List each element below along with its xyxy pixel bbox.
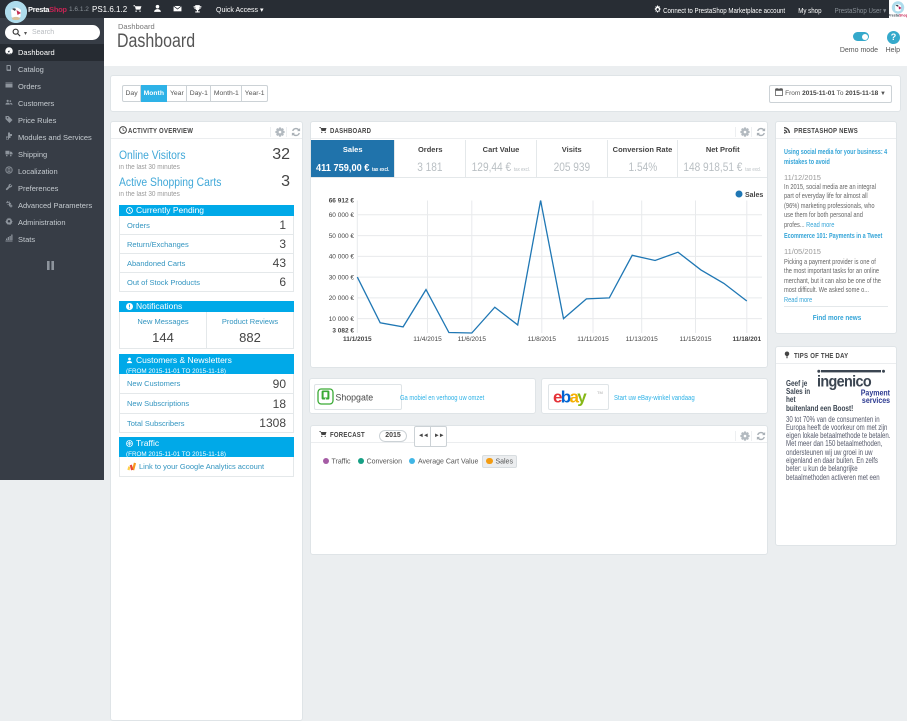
svg-text:ebay: ebay [553, 388, 587, 407]
svg-text:Sales: Sales [745, 192, 763, 199]
svg-text:11/15/2015: 11/15/2015 [679, 336, 711, 343]
svg-text:30 000 €: 30 000 € [329, 274, 355, 281]
svg-text:3 082 €: 3 082 € [332, 328, 354, 335]
svg-text:50 000 €: 50 000 € [329, 233, 355, 240]
svg-text:11/6/2015: 11/6/2015 [458, 336, 487, 343]
svg-text:PrestaShop: PrestaShop [889, 14, 907, 18]
svg-text:10 000 €: 10 000 € [329, 316, 355, 323]
svg-text:11/1/2015: 11/1/2015 [343, 336, 372, 343]
svg-text:TM: TM [597, 390, 603, 395]
svg-text:20 000 €: 20 000 € [329, 295, 355, 302]
svg-text:11/8/2015: 11/8/2015 [528, 336, 557, 343]
svg-text:60 000 €: 60 000 € [329, 212, 355, 219]
svg-text:Shopgate: Shopgate [335, 392, 373, 402]
svg-text:11/4/2015: 11/4/2015 [413, 336, 442, 343]
svg-text:40 000 €: 40 000 € [329, 254, 355, 261]
svg-text:66 912 €: 66 912 € [329, 198, 355, 205]
svg-text:11/18/201: 11/18/201 [733, 336, 762, 343]
svg-text:11/11/2015: 11/11/2015 [577, 336, 609, 343]
svg-text:11/13/2015: 11/13/2015 [626, 336, 658, 343]
